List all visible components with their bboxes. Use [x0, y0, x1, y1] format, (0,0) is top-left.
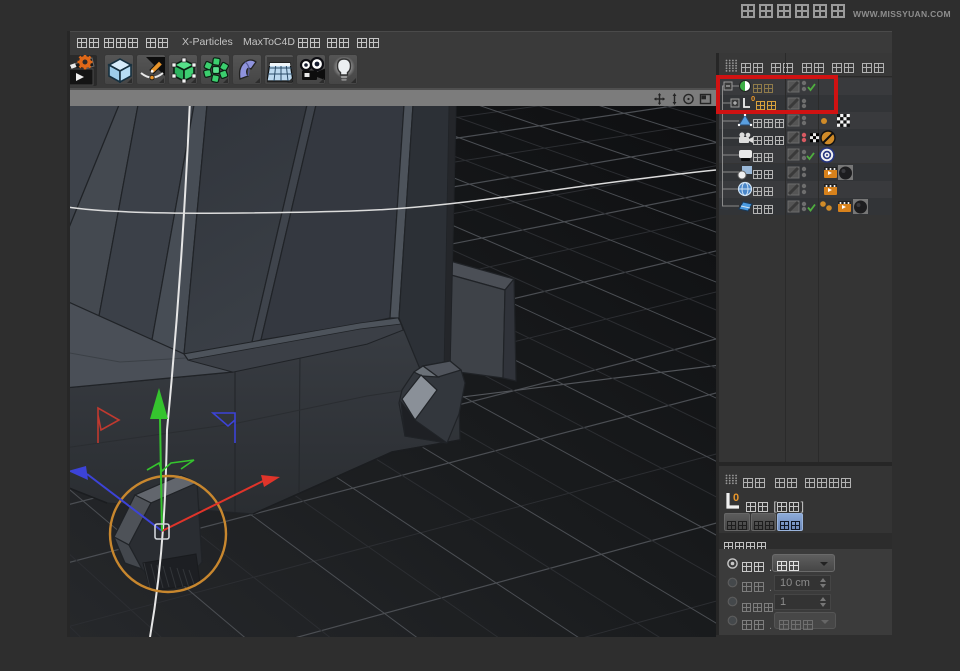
svg-text:0: 0	[733, 492, 739, 504]
